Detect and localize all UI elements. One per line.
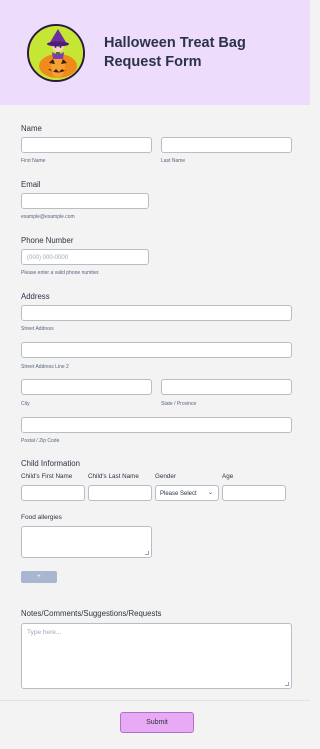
- child-first-name-header: Child's First Name: [21, 473, 73, 480]
- state-sublabel: State / Province: [161, 401, 197, 407]
- state-input[interactable]: [161, 379, 292, 395]
- food-allergies-textarea[interactable]: [21, 526, 152, 558]
- street-address-2-sublabel: Street Address Line 2: [21, 364, 69, 370]
- notes-placeholder: Type here...: [27, 629, 62, 636]
- postal-code-sublabel: Postal / Zip Code: [21, 438, 60, 444]
- first-name-input[interactable]: [21, 137, 152, 153]
- age-header: Age: [222, 473, 234, 480]
- gender-select-value: Please Select: [160, 491, 197, 497]
- phone-sublabel: Please enter a valid phone number.: [21, 270, 100, 276]
- page-title: Halloween Treat Bag Request Form: [104, 35, 246, 70]
- email-field[interactable]: [21, 193, 149, 209]
- child-first-name-input[interactable]: [21, 485, 85, 501]
- notes-label: Notes/Comments/Suggestions/Requests: [21, 609, 162, 618]
- resize-grip-icon[interactable]: [145, 551, 149, 555]
- street-address-input[interactable]: [21, 305, 292, 321]
- address-label: Address: [21, 292, 50, 301]
- form-header: Halloween Treat Bag Request Form: [0, 0, 310, 105]
- street-address-sublabel: Street Address: [21, 326, 54, 332]
- chevron-down-icon: ⌄: [207, 490, 213, 496]
- gender-header: Gender: [155, 473, 177, 480]
- witch-pumpkin-logo-icon: [27, 24, 85, 82]
- street-address-2-input[interactable]: [21, 342, 292, 358]
- name-label: Name: [21, 124, 42, 133]
- submit-button[interactable]: Submit: [120, 712, 194, 733]
- food-allergies-label: Food allergies: [21, 514, 62, 521]
- resize-grip-icon[interactable]: [285, 682, 289, 686]
- notes-textarea[interactable]: Type here...: [21, 623, 292, 689]
- phone-placeholder: (000) 000-0000: [27, 255, 69, 261]
- add-row-button[interactable]: +: [21, 571, 57, 583]
- city-input[interactable]: [21, 379, 152, 395]
- last-name-input[interactable]: [161, 137, 292, 153]
- postal-code-input[interactable]: [21, 417, 292, 433]
- child-last-name-header: Child's Last Name: [88, 473, 139, 480]
- email-sublabel: example@example.com: [21, 214, 75, 220]
- phone-label: Phone Number: [21, 236, 74, 245]
- last-name-sublabel: Last Name: [161, 158, 186, 164]
- child-last-name-input[interactable]: [88, 485, 152, 501]
- email-label: Email: [21, 180, 41, 189]
- city-sublabel: City: [21, 401, 30, 407]
- phone-input[interactable]: (000) 000-0000: [21, 249, 149, 265]
- child-info-label: Child Information: [21, 459, 80, 468]
- age-input[interactable]: [222, 485, 286, 501]
- gender-select[interactable]: Please Select ⌄: [155, 485, 219, 501]
- first-name-sublabel: First Name: [21, 158, 46, 164]
